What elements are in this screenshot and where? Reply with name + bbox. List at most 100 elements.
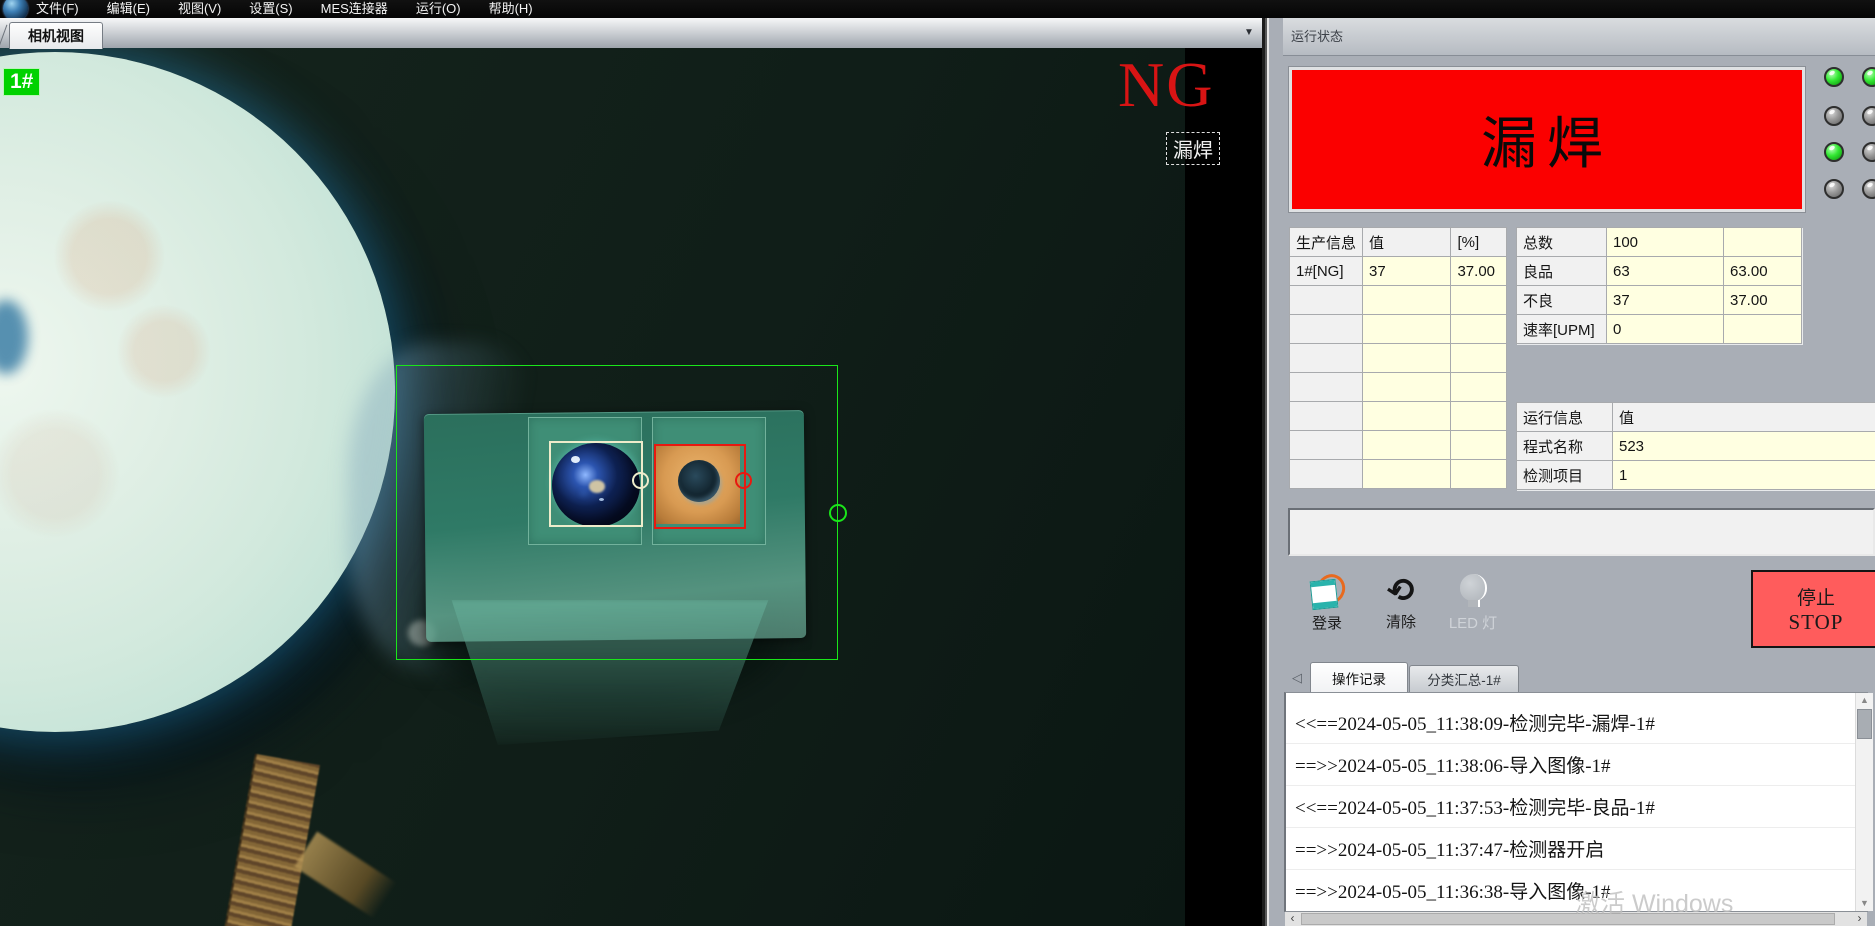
clear-button-label: 清除 xyxy=(1386,611,1416,632)
led-indicator xyxy=(1824,106,1844,126)
table-cell: 速率[UPM] xyxy=(1517,315,1607,344)
panel-splitter[interactable] xyxy=(1262,18,1283,926)
scroll-left-icon[interactable]: ‹ xyxy=(1285,912,1300,926)
scrollbar-thumb[interactable] xyxy=(1301,913,1835,925)
login-badge-icon xyxy=(1309,574,1345,608)
table-cell: 不良 xyxy=(1517,286,1607,315)
operation-log-list: <<==2024-05-05_11:38:09-检测完毕-漏焊-1# ==>>2… xyxy=(1284,692,1868,912)
scrollbar-thumb[interactable] xyxy=(1857,709,1872,739)
table-row xyxy=(1290,402,1507,431)
summary-table: 总数 100 良品 63 63.00 不良 37 37.00 速率[UPM] 0 xyxy=(1516,227,1803,352)
table-header-cell: 生产信息 xyxy=(1290,228,1363,257)
led-indicator xyxy=(1862,179,1875,199)
table-cell: 1#[NG] xyxy=(1290,257,1363,286)
tab-operation-log[interactable]: 操作记录 xyxy=(1310,662,1408,692)
log-entry: <<==2024-05-05_11:37:53-检测完毕-良品-1# xyxy=(1286,786,1867,828)
table-cell: 37 xyxy=(1607,286,1724,315)
table-cell: 523 xyxy=(1613,432,1875,461)
menu-mes-connector[interactable]: MES连接器 xyxy=(321,0,388,18)
table-row xyxy=(1290,460,1507,489)
table-cell: 良品 xyxy=(1517,257,1607,286)
camera-id-badge: 1# xyxy=(3,68,40,96)
component-edge-strip xyxy=(222,754,320,926)
login-button[interactable]: 登录 xyxy=(1297,574,1357,636)
status-display: 漏焊 xyxy=(1289,67,1805,212)
clear-button[interactable]: ⟲ 清除 xyxy=(1371,574,1431,636)
scroll-right-icon[interactable]: › xyxy=(1852,912,1867,926)
table-row: 良品 63 63.00 xyxy=(1517,257,1802,286)
component-edge-sliver xyxy=(294,832,397,919)
table-cell: 63.00 xyxy=(1724,257,1802,286)
table-cell: 总数 xyxy=(1517,228,1607,257)
table-cell: 37 xyxy=(1363,257,1451,286)
log-horizontal-scrollbar[interactable]: ‹ › xyxy=(1285,912,1867,926)
tab-strip-decoration xyxy=(0,25,7,50)
table-header-cell: 值 xyxy=(1363,228,1451,257)
led-indicator xyxy=(1862,67,1875,87)
stop-button-label-en: STOP xyxy=(1789,610,1844,635)
light-bulb-icon xyxy=(1460,574,1486,608)
table-cell: 100 xyxy=(1607,228,1724,257)
table-row: 检测项目 1 xyxy=(1517,461,1875,490)
camera-view-panel: 1# NG 漏焊 xyxy=(0,48,1262,926)
table-row: 不良 37 37.00 xyxy=(1517,286,1802,315)
clear-refresh-icon: ⟲ xyxy=(1384,571,1418,609)
app-logo-icon xyxy=(3,0,28,18)
panel-title: 运行状态 xyxy=(1291,26,1343,45)
scroll-down-icon[interactable]: ▼ xyxy=(1856,896,1873,911)
table-cell: 程式名称 xyxy=(1517,432,1613,461)
camera-image: 1# xyxy=(0,48,1185,926)
led-indicator xyxy=(1862,142,1875,162)
menu-settings[interactable]: 设置(S) xyxy=(249,0,292,18)
table-cell: 1 xyxy=(1613,461,1875,490)
tab-camera-view[interactable]: 相机视图 xyxy=(9,22,103,49)
led-button-label: LED 灯 xyxy=(1449,612,1497,633)
scroll-up-icon[interactable]: ▲ xyxy=(1856,693,1873,708)
panel-title-bar: 运行状态 xyxy=(1283,18,1875,56)
table-header-row: 生产信息 值 [%] xyxy=(1290,228,1507,257)
roi-anchor xyxy=(829,504,847,522)
table-cell: 37.00 xyxy=(1724,286,1802,315)
table-cell: 37.00 xyxy=(1451,257,1507,286)
table-header-row: 运行信息 值 xyxy=(1517,403,1875,432)
menu-file[interactable]: 文件(F) xyxy=(36,0,79,18)
table-header-cell: 运行信息 xyxy=(1517,403,1613,432)
table-row xyxy=(1290,315,1507,344)
log-entry: ==>>2024-05-05_11:36:38-导入图像-1# xyxy=(1286,870,1867,912)
stop-button[interactable]: 停止 STOP xyxy=(1751,570,1875,648)
camera-tab-strip: 相机视图 ▼ xyxy=(0,18,1262,48)
menu-help[interactable]: 帮助(H) xyxy=(489,0,533,18)
tab-category-summary[interactable]: 分类汇总-1# xyxy=(1409,665,1519,692)
led-indicator xyxy=(1824,67,1844,87)
table-cell xyxy=(1724,315,1802,344)
tab-scroll-left-icon[interactable]: ◁ xyxy=(1292,670,1302,686)
table-header-cell: 值 xyxy=(1613,403,1875,432)
table-row xyxy=(1290,344,1507,373)
table-cell: 63 xyxy=(1607,257,1724,286)
run-status-panel: 运行状态 漏焊 生产信息 值 [%] 1#[NG] 37 37.00 xyxy=(1283,18,1875,926)
table-row xyxy=(1290,373,1507,402)
defect-overlay-label: 漏焊 xyxy=(1166,132,1220,165)
status-text: 漏焊 xyxy=(1481,99,1613,180)
menu-bar: 文件(F) 编辑(E) 视图(V) 设置(S) MES连接器 运行(O) 帮助(… xyxy=(0,0,1875,18)
run-info-table: 运行信息 值 程式名称 523 检测项目 1 xyxy=(1516,402,1875,494)
log-entry: ==>>2024-05-05_11:37:47-检测器开启 xyxy=(1286,828,1867,870)
log-vertical-scrollbar[interactable]: ▲ ▼ xyxy=(1855,693,1873,911)
led-light-button[interactable]: LED 灯 xyxy=(1443,574,1503,636)
stop-button-label-cn: 停止 xyxy=(1797,583,1835,610)
chevron-down-icon[interactable]: ▼ xyxy=(1244,27,1254,38)
login-button-label: 登录 xyxy=(1312,612,1342,633)
log-entry: ==>>2024-05-05_11:38:06-导入图像-1# xyxy=(1286,744,1867,786)
table-row xyxy=(1290,286,1507,315)
table-cell: 检测项目 xyxy=(1517,461,1613,490)
menu-view[interactable]: 视图(V) xyxy=(178,0,221,18)
message-box xyxy=(1288,508,1875,556)
menu-run[interactable]: 运行(O) xyxy=(416,0,461,18)
led-indicator xyxy=(1862,106,1875,126)
wafer-disc-photo xyxy=(0,52,395,732)
table-cell: 0 xyxy=(1607,315,1724,344)
roi-rectangle xyxy=(396,365,838,660)
production-table: 生产信息 值 [%] 1#[NG] 37 37.00 xyxy=(1289,227,1507,489)
table-row: 1#[NG] 37 37.00 xyxy=(1290,257,1507,286)
menu-edit[interactable]: 编辑(E) xyxy=(107,0,150,18)
